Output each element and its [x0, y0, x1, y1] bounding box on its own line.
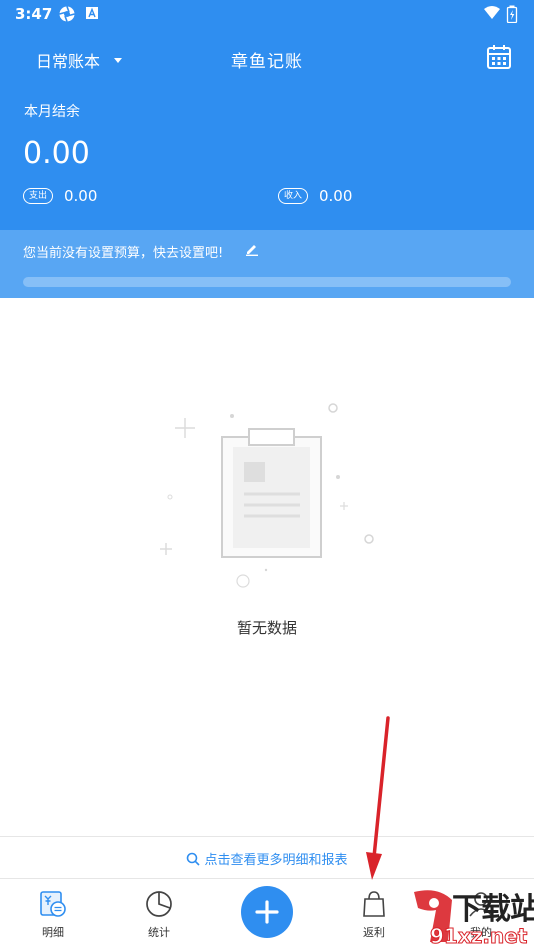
pie-chart-icon [146, 891, 172, 917]
balance-value: 0.00 [23, 136, 90, 171]
add-record-button[interactable] [241, 886, 293, 938]
empty-clipboard-illustration [160, 403, 374, 588]
more-details-link[interactable]: 点击查看更多明细和报表 [0, 849, 534, 868]
income-label: 收入 [278, 188, 309, 204]
app-title: 章鱼记账 [231, 52, 303, 72]
notification-a-icon [86, 7, 98, 19]
more-details-label: 点击查看更多明细和报表 [204, 853, 348, 868]
nav-item-stats[interactable]: 统计 [124, 889, 194, 940]
pencil-edit-icon[interactable] [245, 242, 259, 256]
budget-progress-bar [23, 277, 511, 287]
empty-state-text: 暂无数据 [236, 619, 297, 637]
calendar-icon[interactable] [486, 44, 512, 70]
battery-icon [506, 5, 518, 23]
budget-banner[interactable]: 您当前没有设置预算，快去设置吧! [0, 230, 534, 298]
search-icon [187, 852, 201, 866]
nav-item-rebate[interactable]: 返利 [339, 889, 409, 940]
shopping-bag-icon [363, 891, 385, 917]
nav-item-details[interactable]: 明细 [18, 889, 88, 940]
expense-value: 0.00 [64, 187, 98, 205]
balance-label: 本月结余 [24, 104, 80, 120]
watermark-logo: 下载站 91xz.net [408, 886, 534, 950]
budget-prompt: 您当前没有设置预算，快去设置吧! [23, 246, 224, 261]
wifi-icon [484, 6, 500, 19]
header-area: 3:47 日常账本 章鱼记账 本月结余 0.00 支出 0.00 收入 0.00… [0, 0, 534, 298]
nav-label-rebate: 返利 [363, 926, 385, 939]
sync-status-icon [59, 6, 75, 22]
watermark-text: 下载站 [452, 892, 534, 927]
status-bar: 3:47 [0, 0, 534, 28]
expense-label: 支出 [23, 188, 54, 204]
more-details-bar[interactable]: 点击查看更多明细和报表 [0, 836, 534, 879]
income-value: 0.00 [319, 187, 353, 205]
status-time: 3:47 [15, 5, 53, 23]
nav-label-stats: 统计 [148, 926, 170, 939]
plus-icon [255, 900, 279, 924]
ledger-detail-icon [40, 891, 66, 917]
nav-label-details: 明细 [42, 926, 64, 939]
watermark-url: 91xz.net [429, 924, 528, 949]
